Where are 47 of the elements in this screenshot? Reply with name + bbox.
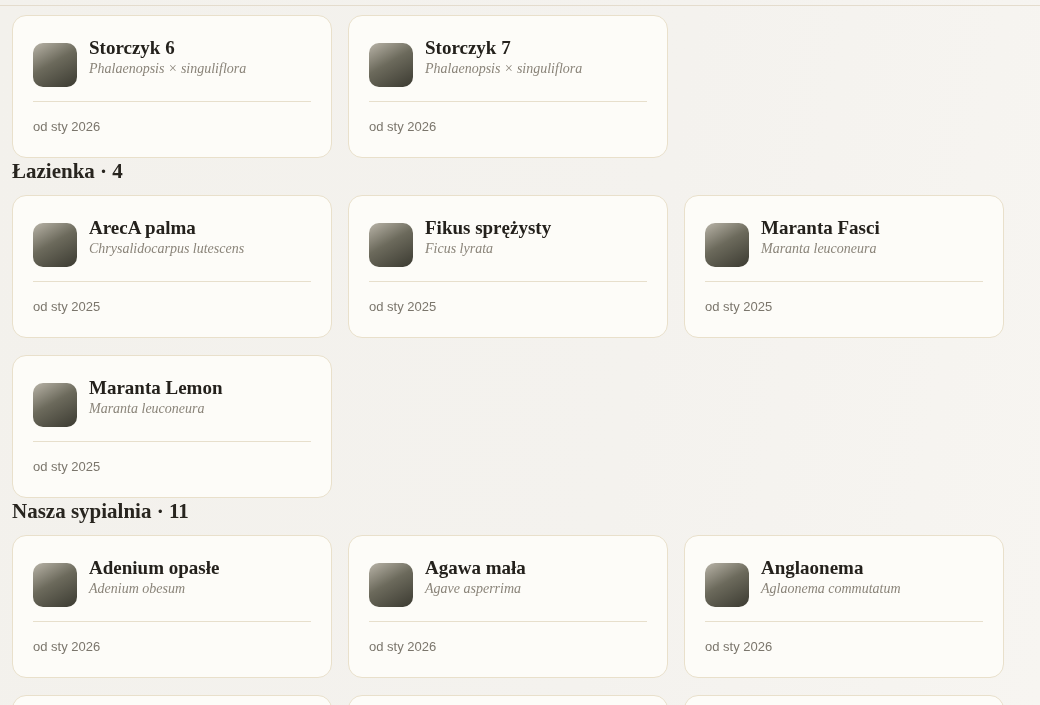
plant-card[interactable]: Adenium opasłe Adenium obesum od sty 2026 [12, 535, 332, 678]
plant-name: Fikus sprężysty [425, 217, 552, 239]
plant-card[interactable]: Agawa mała Agave asperrima od sty 2026 [348, 535, 668, 678]
plant-species: Adenium obesum [89, 580, 187, 598]
photo-placeholder [369, 223, 413, 267]
since-date: od sty 2025 [705, 299, 774, 315]
plant-name: ArecA palma [89, 217, 197, 239]
since-date: od sty 2025 [33, 459, 102, 475]
plant-name: Storczyk 6 [89, 37, 176, 59]
plant-card[interactable]: Storczyk 6 Phalaenopsis × singuliflora od sty 2026 [12, 15, 332, 158]
section-heading: Łazienka · 4 [12, 158, 124, 184]
photo-placeholder [33, 383, 77, 427]
since-date: od sty 2026 [369, 119, 438, 135]
plant-name: Maranta Fasci [761, 217, 880, 239]
plant-name: Maranta Lemon [89, 377, 223, 399]
photo-placeholder [705, 563, 749, 607]
since-date: od sty 2026 [33, 639, 102, 655]
section-heading: Nasza sypialnia · 11 [12, 498, 190, 524]
plant-name: Adenium opasłe [89, 557, 220, 579]
photo-placeholder [33, 563, 77, 607]
photo-placeholder [369, 43, 413, 87]
plant-card[interactable]: Maranta Fasci Maranta leuconeura od sty 2025 [684, 195, 1004, 338]
photo-placeholder [369, 563, 413, 607]
plant-name: Anglaonema [761, 557, 865, 579]
photo-placeholder [705, 223, 749, 267]
plant-name: Agawa mała [425, 557, 526, 579]
plant-name: Storczyk 7 [425, 37, 512, 59]
plant-card[interactable]: Maranta Lemon Maranta leuconeura od sty 2025 [12, 355, 332, 498]
since-date: od sty 2026 [705, 639, 774, 655]
plant-species: Maranta leuconeura [761, 240, 878, 258]
plant-species: Phalaenopsis × singuliflora [425, 60, 583, 78]
plant-species: Chrysalidocarpus lutescens [89, 240, 245, 258]
plant-species: Agave asperrima [425, 580, 523, 598]
plant-card[interactable]: Anglaonema Aglaonema commutatum od sty 2026 [684, 535, 1004, 678]
since-date: od sty 2026 [369, 639, 438, 655]
plant-card[interactable]: Storczyk 7 Phalaenopsis × singuliflora od sty 2026 [348, 15, 668, 158]
photo-placeholder [33, 43, 77, 87]
plant-card[interactable]: ArecA palma Chrysalidocarpus lutescens od sty 2025 [12, 195, 332, 338]
photo-placeholder [33, 223, 77, 267]
plant-species: Aglaonema commutatum [761, 580, 901, 598]
since-date: od sty 2026 [33, 119, 102, 135]
plant-species: Phalaenopsis × singuliflora [89, 60, 247, 78]
since-date: od sty 2025 [369, 299, 438, 315]
since-date: od sty 2025 [33, 299, 102, 315]
plant-species: Ficus lyrata [425, 240, 495, 258]
plant-species: Maranta leuconeura [89, 400, 206, 418]
plant-card[interactable]: Fikus sprężysty Ficus lyrata od sty 2025 [348, 195, 668, 338]
